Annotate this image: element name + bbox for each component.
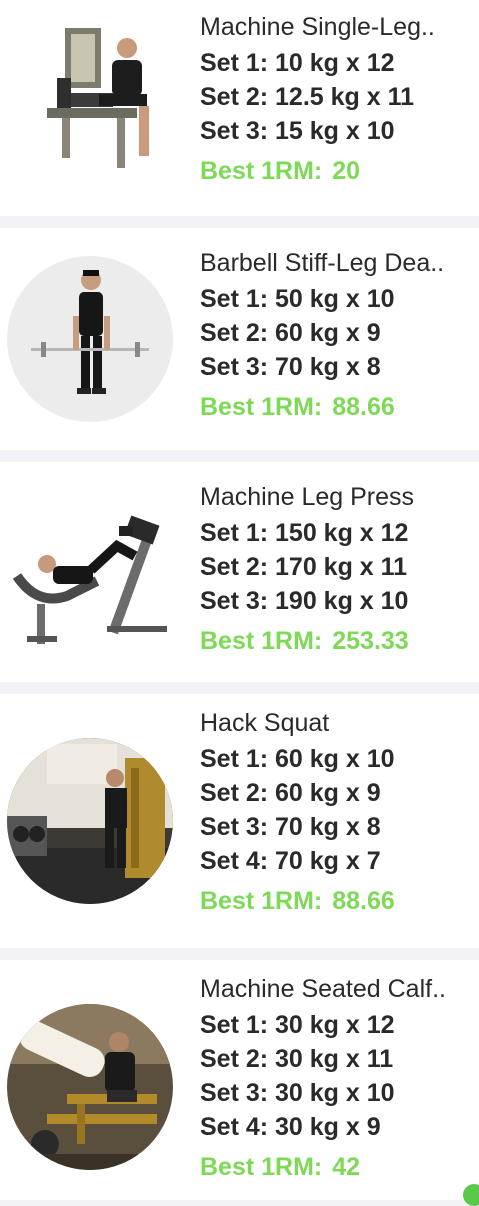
set-row: Set 3: 190 kg x 10 [200, 587, 409, 615]
set-row: Set 2: 12.5 kg x 11 [200, 83, 415, 111]
exercise-image [7, 256, 173, 422]
set-row: Set 3: 70 kg x 8 [200, 353, 381, 381]
exercise-title: Machine Single-Leg.. [200, 13, 435, 41]
best-1rm-label: Best 1RM: [200, 157, 323, 185]
set-row: Set 1: 30 kg x 12 [200, 1011, 395, 1039]
exercise-title: Machine Seated Calf.. [200, 975, 446, 1003]
set-row: Set 1: 10 kg x 12 [200, 49, 395, 77]
set-row: Set 1: 150 kg x 12 [200, 519, 409, 547]
exercise-title: Barbell Stiff-Leg Dea.. [200, 249, 445, 277]
best-1rm-label: Best 1RM: [200, 627, 323, 655]
best-1rm-value: 88.66 [332, 887, 395, 915]
best-1rm-value: 253.33 [332, 627, 409, 655]
exercise-image [7, 1004, 173, 1170]
best-1rm-label: Best 1RM: [200, 1153, 323, 1181]
best-1rm: Best 1RM: 88.66 [200, 884, 471, 918]
best-1rm-value: 20 [332, 157, 361, 185]
exercise-title: Hack Squat [200, 709, 330, 737]
set-row: Set 1: 60 kg x 10 [200, 745, 395, 773]
exercise-image [7, 738, 173, 904]
best-1rm-value: 88.66 [332, 393, 395, 421]
exercise-card[interactable]: Machine Single-Leg.. Set 1: 10 kg x 12 S… [0, 0, 479, 216]
set-row: Set 2: 170 kg x 11 [200, 553, 408, 581]
exercise-card[interactable]: Machine Seated Calf.. Set 1: 30 kg x 12 … [0, 960, 479, 1206]
set-row: Set 3: 15 kg x 10 [200, 117, 395, 145]
set-row: Set 4: 30 kg x 9 [200, 1113, 381, 1141]
best-1rm-value: 42 [332, 1153, 361, 1181]
best-1rm: Best 1RM: 88.66 [200, 390, 471, 424]
set-row: Set 4: 70 kg x 7 [200, 847, 381, 875]
floating-action-button[interactable] [463, 1184, 479, 1206]
best-1rm-label: Best 1RM: [200, 887, 323, 915]
best-1rm-label: Best 1RM: [200, 393, 323, 421]
exercise-image [7, 8, 173, 174]
exercise-image [7, 486, 173, 652]
set-row: Set 3: 70 kg x 8 [200, 813, 381, 841]
set-row: Set 1: 50 kg x 10 [200, 285, 395, 313]
set-row: Set 2: 30 kg x 11 [200, 1045, 394, 1073]
exercise-card[interactable]: Barbell Stiff-Leg Dea.. Set 1: 50 kg x 1… [0, 228, 479, 450]
set-row: Set 3: 30 kg x 10 [200, 1079, 395, 1107]
best-1rm: Best 1RM: 42 [200, 1150, 471, 1184]
set-row: Set 2: 60 kg x 9 [200, 779, 381, 807]
exercise-title: Machine Leg Press [200, 483, 415, 511]
set-row: Set 2: 60 kg x 9 [200, 319, 381, 347]
exercise-card[interactable]: Machine Leg Press Set 1: 150 kg x 12 Set… [0, 462, 479, 682]
best-1rm: Best 1RM: 20 [200, 154, 471, 188]
exercise-list: Machine Single-Leg.. Set 1: 10 kg x 12 S… [0, 0, 479, 1206]
best-1rm: Best 1RM: 253.33 [200, 624, 471, 658]
exercise-card[interactable]: Hack Squat Set 1: 60 kg x 10 Set 2: 60 k… [0, 694, 479, 948]
